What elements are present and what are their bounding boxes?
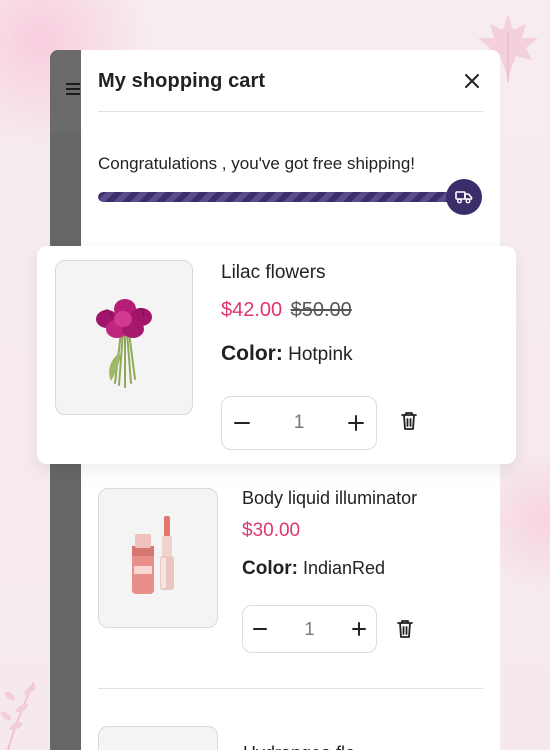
item-divider [98, 688, 483, 689]
product-price: $42.00 $50.00 [221, 299, 352, 322]
trash-icon[interactable] [395, 618, 415, 640]
minus-icon[interactable] [243, 606, 277, 652]
product-thumbnail[interactable] [98, 726, 218, 750]
shipping-progress-fill [98, 192, 458, 202]
drawer-header: My shopping cart [98, 70, 483, 94]
cart-item: Body liquid illuminator $30.00 Color: In… [98, 488, 483, 688]
shipping-progress-bar [98, 192, 458, 202]
product-name[interactable]: Lilac flowers [221, 262, 326, 284]
color-value: IndianRed [302, 558, 386, 578]
truck-icon [446, 179, 482, 215]
highlighted-cart-item: Lilac flowers $42.00 $50.00 Color: Hotpi… [37, 246, 516, 464]
free-shipping-message: Congratulations , you've got free shippi… [98, 154, 415, 173]
quantity-value[interactable]: 1 [294, 412, 305, 434]
header-divider [98, 111, 483, 112]
plus-icon[interactable] [336, 397, 376, 449]
cart-item: Hydrangea flo [98, 726, 483, 750]
product-thumbnail[interactable] [55, 260, 193, 415]
quantity-stepper: 1 [221, 396, 377, 450]
original-price: $50.00 [290, 299, 352, 321]
product-color: Color: IndianRed [242, 558, 385, 580]
quantity-stepper: 1 [242, 605, 377, 653]
quantity-value[interactable]: 1 [304, 619, 314, 640]
sale-price: $30.00 [242, 520, 301, 541]
minus-icon[interactable] [222, 397, 262, 449]
sale-price: $42.00 [221, 299, 283, 321]
trash-icon[interactable] [399, 410, 419, 432]
product-name[interactable]: Body liquid illuminator [242, 488, 417, 509]
branch-decoration [0, 681, 36, 750]
color-label: Color: [242, 558, 298, 579]
close-icon[interactable] [463, 72, 481, 90]
lipgloss-image [132, 516, 174, 594]
color-value: Hotpink [288, 344, 353, 365]
tulip-bouquet-image [96, 298, 152, 388]
menu-icon[interactable] [66, 83, 80, 95]
product-color: Color: Hotpink [221, 342, 353, 366]
plus-icon[interactable] [342, 606, 376, 652]
product-name[interactable]: Hydrangea flo [243, 738, 355, 750]
product-thumbnail[interactable] [98, 488, 218, 628]
drawer-title: My shopping cart [98, 70, 266, 92]
color-label: Color: [221, 342, 283, 365]
product-price: $30.00 [242, 520, 300, 542]
